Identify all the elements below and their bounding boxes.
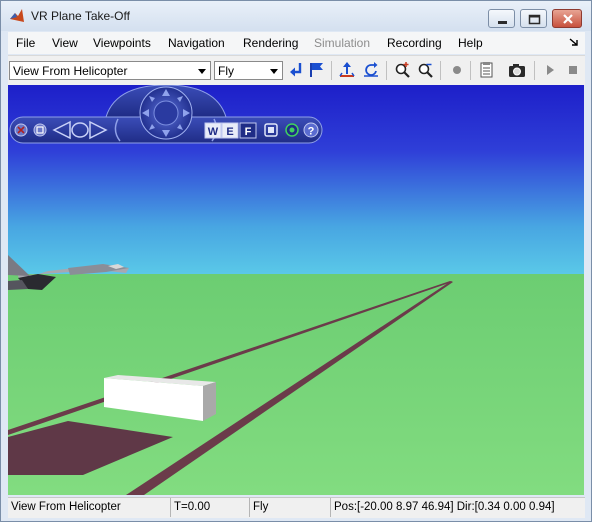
vr-scene (8, 85, 584, 495)
menu-recording[interactable]: Recording (387, 36, 442, 50)
status-mode: Fly (250, 498, 331, 517)
navigation-mode-select-value: Fly (218, 64, 234, 78)
walk-mode-button[interactable]: W (204, 122, 222, 139)
headlight-icon[interactable] (285, 123, 299, 137)
menu-help[interactable]: Help (458, 36, 483, 50)
zoom-out-icon[interactable] (417, 61, 435, 79)
window-title: VR Plane Take-Off (31, 9, 130, 23)
toolbar: View From Helicopter Fly (8, 55, 585, 85)
return-to-viewpoint-icon[interactable] (288, 61, 306, 79)
toolbar-separator (534, 61, 535, 80)
toolbar-separator (386, 61, 387, 80)
menu-navigation[interactable]: Navigation (168, 36, 225, 50)
help-icon[interactable]: ? (303, 122, 319, 138)
walk-mode-label: W (208, 126, 219, 138)
menu-bar: File View Viewpoints Navigation Renderin… (8, 32, 585, 54)
navigation-panel: W E F ? (9, 85, 323, 144)
examine-mode-label: E (226, 126, 233, 138)
menu-viewpoints[interactable]: Viewpoints (93, 36, 151, 50)
capture-settings-icon[interactable] (478, 61, 496, 79)
status-position: Pos:[-20.00 8.97 46.94] Dir:[0.34 0.00 0… (334, 501, 555, 513)
toolbar-separator (440, 61, 441, 80)
navigation-wheel-icon[interactable] (139, 86, 193, 140)
play-icon[interactable] (541, 61, 559, 79)
viewpoint-select-value: View From Helicopter (13, 64, 128, 78)
menu-view[interactable]: View (52, 36, 78, 50)
menu-file[interactable]: File (16, 36, 35, 50)
svg-text:?: ? (308, 126, 315, 138)
toolbar-separator (470, 61, 471, 80)
close-panel-icon[interactable] (14, 123, 28, 137)
fly-mode-button[interactable]: F (239, 122, 257, 139)
record-icon[interactable] (448, 61, 466, 79)
snapshot-icon[interactable] (508, 61, 526, 79)
close-button[interactable] (552, 9, 582, 28)
minimize-panel-icon[interactable] (33, 123, 47, 137)
matlab-app-icon (10, 9, 24, 22)
title-bar: VR Plane Take-Off (1, 1, 591, 31)
status-viewpoint: View From Helicopter (8, 498, 171, 517)
stop-icon[interactable] (564, 61, 582, 79)
status-time: T=0.00 (171, 498, 250, 517)
status-bar: View From Helicopter T=0.00 Fly Pos:[-20… (8, 497, 585, 518)
dock-arrow-icon[interactable] (569, 37, 579, 47)
navigation-mode-select[interactable]: Fly (214, 61, 283, 80)
minimize-button[interactable] (488, 9, 515, 28)
examine-mode-button[interactable]: E (221, 122, 239, 139)
undo-move-icon[interactable] (362, 61, 380, 79)
viewpoint-select[interactable]: View From Helicopter (9, 61, 211, 80)
maximize-button[interactable] (520, 9, 547, 28)
straighten-up-icon[interactable] (338, 61, 356, 79)
menu-simulation[interactable]: Simulation (314, 36, 370, 50)
scene-viewport[interactable]: W E F ? (8, 85, 584, 495)
zoom-in-icon[interactable] (394, 61, 412, 79)
chevron-down-icon (198, 69, 206, 74)
chevron-down-icon (270, 69, 278, 74)
menu-rendering[interactable]: Rendering (243, 36, 298, 50)
fly-mode-label: F (245, 126, 252, 138)
create-viewpoint-icon[interactable] (308, 61, 326, 79)
toolbar-separator (331, 61, 332, 80)
vr-viewer-window: VR Plane Take-Off File View Viewpoints N… (0, 0, 592, 522)
